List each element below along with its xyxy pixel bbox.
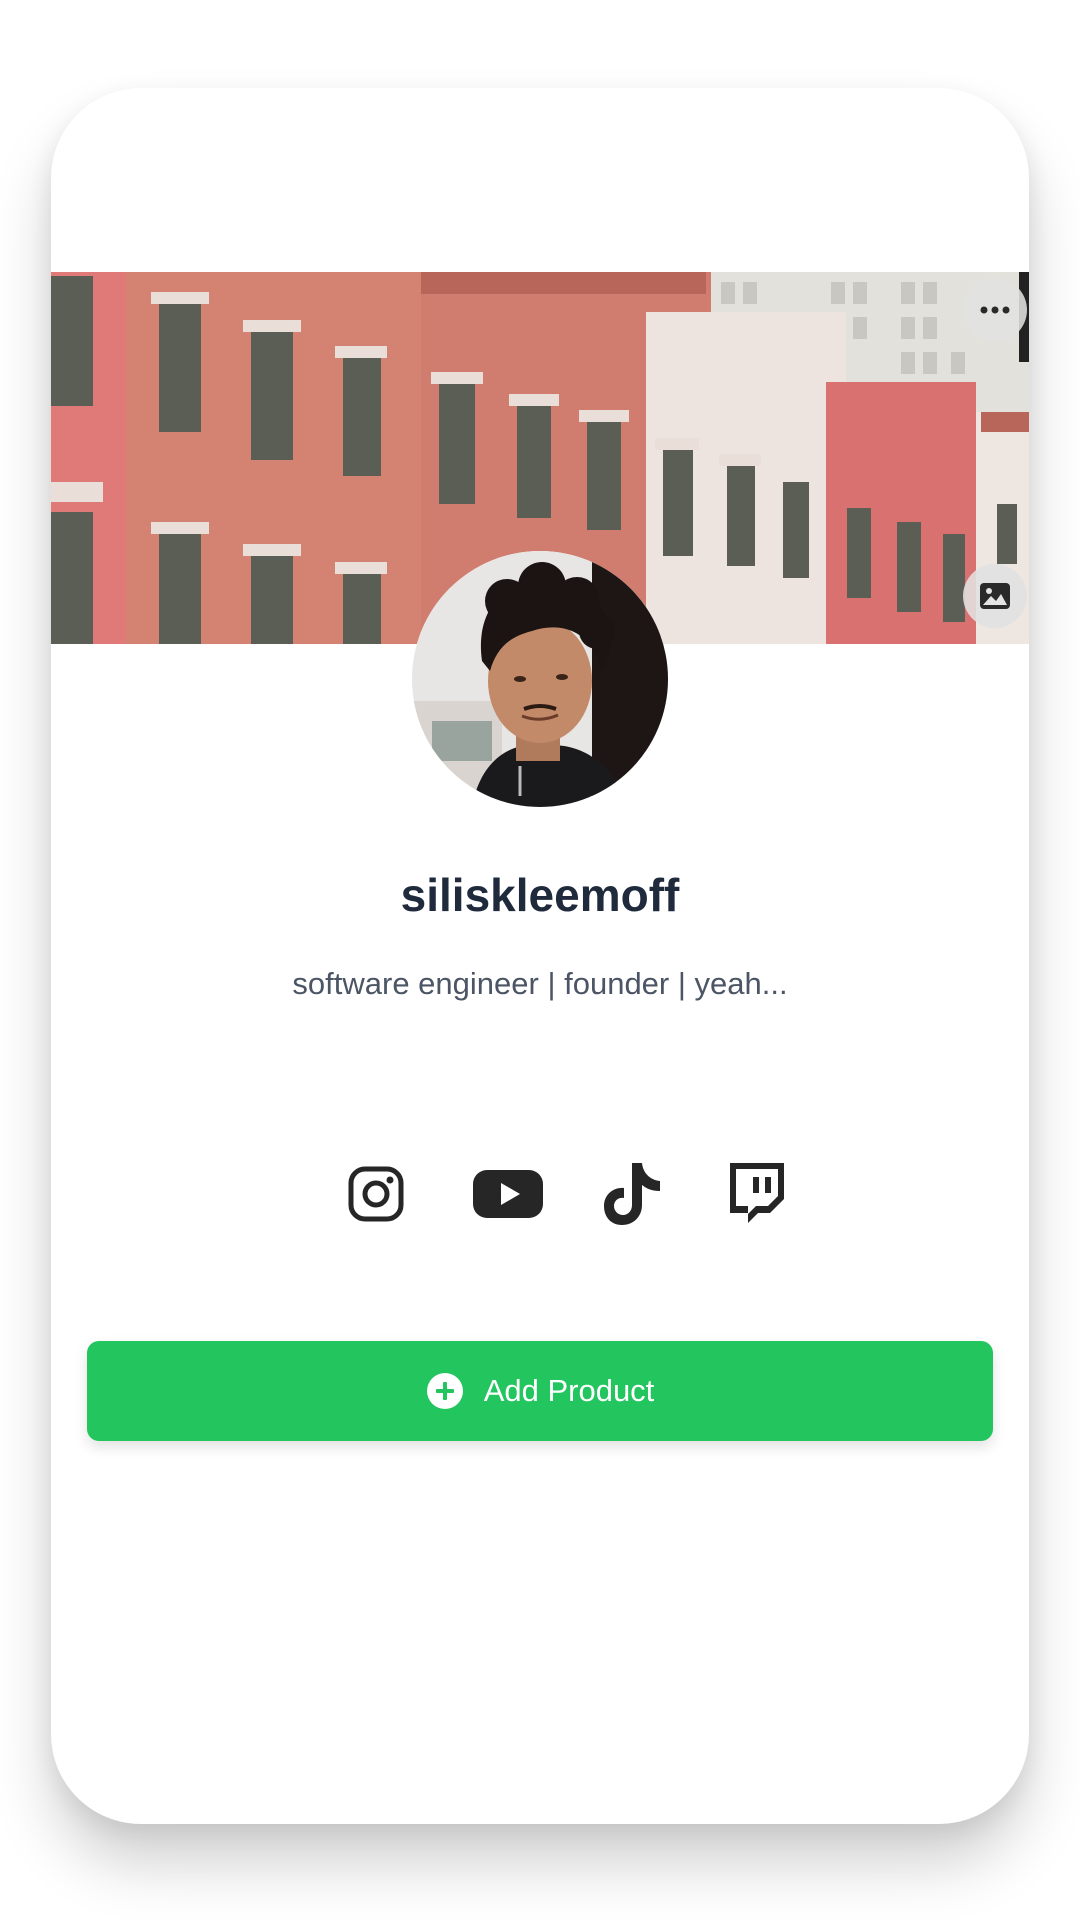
add-product-button[interactable]: Add Product: [87, 1341, 993, 1441]
instagram-icon: [348, 1166, 404, 1222]
profile-username: siliskleemoff: [400, 869, 680, 921]
add-product-label: Add Product: [483, 1373, 655, 1408]
social-links: [51, 1154, 1029, 1234]
tiktok-icon: [604, 1163, 660, 1225]
plus-circle-icon: [426, 1373, 463, 1409]
profile-screen: siliskleemoff software engineer | founde…: [51, 88, 1029, 1824]
youtube-link[interactable]: [463, 1154, 553, 1234]
avatar[interactable]: [412, 551, 668, 807]
twitch-link[interactable]: [716, 1154, 796, 1234]
change-cover-button[interactable]: [963, 564, 1027, 628]
twitch-icon: [730, 1163, 784, 1223]
instagram-link[interactable]: [336, 1154, 416, 1234]
more-options-button[interactable]: [963, 278, 1027, 342]
image-icon: [980, 583, 1010, 609]
profile-bio: software engineer | founder | yeah...: [292, 966, 788, 1001]
tiktok-link[interactable]: [592, 1154, 672, 1234]
youtube-icon: [473, 1170, 543, 1218]
more-horizontal-icon: [980, 306, 1010, 314]
